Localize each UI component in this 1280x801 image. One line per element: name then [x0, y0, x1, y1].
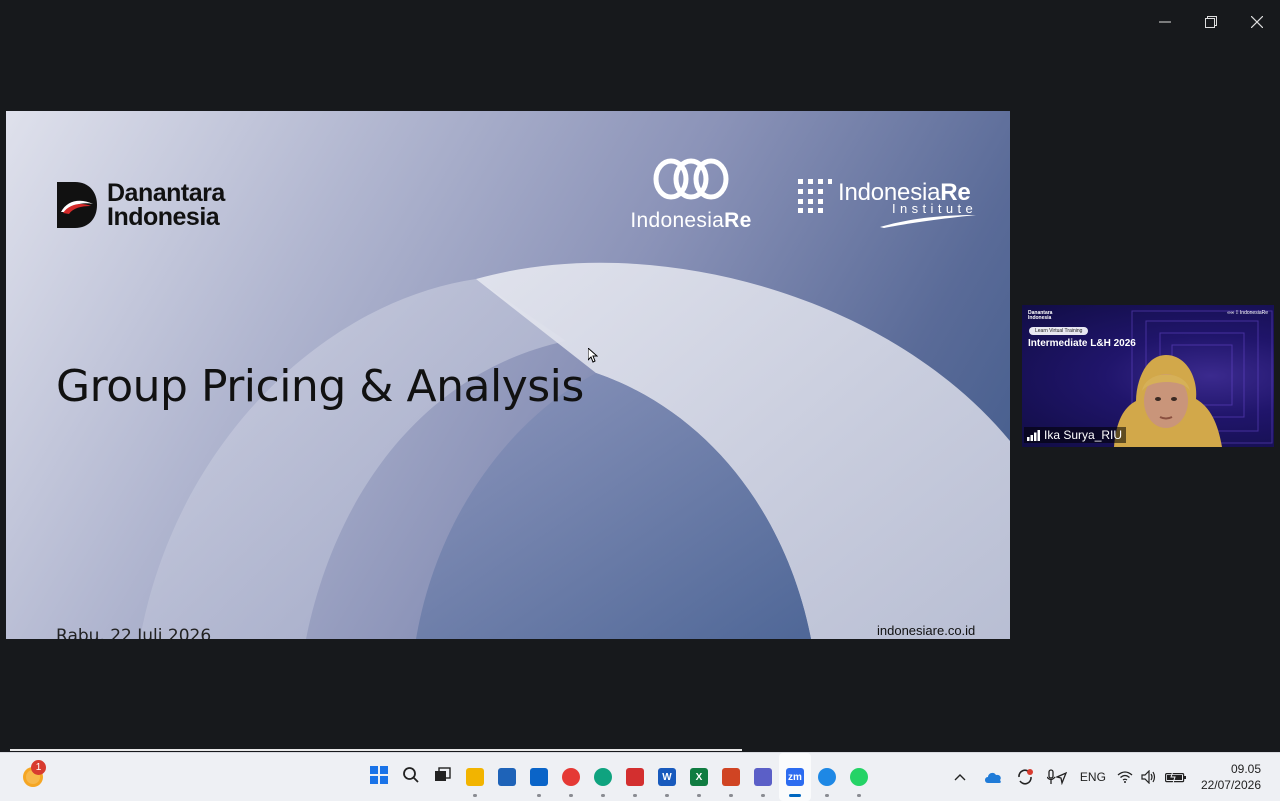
- running-indicator: [665, 794, 669, 797]
- taskbar-whatsapp[interactable]: [843, 753, 875, 801]
- battery-tray[interactable]: [1161, 753, 1191, 801]
- edge-icon: [594, 768, 612, 786]
- wifi-tray[interactable]: [1113, 753, 1137, 801]
- video-pill: Learn Virtual Training: [1029, 327, 1089, 335]
- taskbar-file-explorer[interactable]: [459, 753, 491, 801]
- video-brand-logo: Danantara Indonesia: [1028, 311, 1052, 321]
- task-view-icon: [434, 766, 452, 788]
- running-indicator: [569, 794, 573, 797]
- institute-dots-icon: [798, 179, 832, 213]
- participant-nametag: Ika Surya_RIU: [1024, 427, 1127, 443]
- slide-date: Rabu, 22 Juli 2026: [56, 626, 212, 639]
- taskbar-clock[interactable]: 09.05 22/07/2026: [1191, 761, 1280, 793]
- battery-icon: [1164, 771, 1186, 783]
- danantara-mark-icon: [57, 182, 97, 228]
- danantara-logo: Danantara Indonesia: [57, 179, 225, 231]
- taskbar-zoom[interactable]: zm: [779, 753, 811, 801]
- excel-icon: X: [690, 768, 708, 786]
- taskbar-search[interactable]: [395, 753, 427, 801]
- shared-screen-slide[interactable]: Danantara Indonesia IndonesiaRe Indonesi…: [6, 111, 1010, 639]
- slide-title: Group Pricing & Analysis: [56, 361, 584, 412]
- zoom-icon: zm: [786, 768, 804, 786]
- taskbar-edge[interactable]: [587, 753, 619, 801]
- taskbar-apps: W Xzm: [363, 753, 875, 801]
- sync-icon: [1018, 769, 1033, 785]
- taskbar-acrobat[interactable]: [619, 753, 651, 801]
- taskbar-excel[interactable]: X: [683, 753, 715, 801]
- tray-overflow-button[interactable]: [943, 753, 977, 801]
- copilot-icon: [818, 768, 836, 786]
- input-tray[interactable]: [1041, 753, 1073, 801]
- sync-tray[interactable]: [1009, 753, 1041, 801]
- running-indicator: [761, 794, 765, 797]
- minimize-icon: [1159, 21, 1171, 23]
- indonesiare-logo-text-bold: Re: [724, 209, 752, 232]
- clock-date: 22/07/2026: [1200, 778, 1261, 792]
- weather-badge: 1: [31, 760, 46, 775]
- word-icon: W: [658, 768, 676, 786]
- video-brand-right: ∞∞ ⁞⁞ IndonesiaRe: [1227, 310, 1268, 316]
- windows-taskbar: 1 W Xzm ENG 09.05 22/07/2026: [0, 752, 1280, 801]
- running-indicator: [537, 794, 541, 797]
- cloud-icon: [984, 772, 1001, 783]
- taskbar-word[interactable]: W: [651, 753, 683, 801]
- danantara-logo-line2: Indonesia: [107, 203, 220, 231]
- chrome-icon: [562, 768, 580, 786]
- video-brand-line2: Indonesia: [1028, 315, 1052, 321]
- search-icon: [402, 766, 420, 788]
- taskbar-task-view[interactable]: [427, 753, 459, 801]
- institute-swoosh-icon: [880, 215, 976, 228]
- mouse-cursor-icon: [588, 348, 598, 363]
- close-button[interactable]: [1234, 0, 1280, 44]
- teams-icon: [754, 768, 772, 786]
- chevron-up-icon: [954, 774, 966, 781]
- indonesiare-logo: IndonesiaRe: [624, 157, 758, 233]
- system-tray: ENG 09.05 22/07/2026: [943, 753, 1280, 801]
- running-indicator: [789, 794, 801, 797]
- store-icon: [498, 768, 516, 786]
- running-indicator: [633, 794, 637, 797]
- close-icon: [1251, 16, 1263, 28]
- mic-send-icon: [1046, 769, 1067, 785]
- participant-name: Ika Surya_RIU: [1044, 428, 1123, 442]
- participant-video-tile[interactable]: Danantara Indonesia ∞∞ ⁞⁞ IndonesiaRe Le…: [1022, 305, 1274, 447]
- running-indicator: [697, 794, 701, 797]
- running-indicator: [825, 794, 829, 797]
- window-controls: [1142, 0, 1280, 44]
- powerpoint-icon: [722, 768, 740, 786]
- clock-time: 09.05: [1230, 762, 1261, 776]
- restore-icon: [1205, 16, 1217, 28]
- minimize-button[interactable]: [1142, 0, 1188, 44]
- speaker-icon: [1141, 770, 1156, 784]
- running-indicator: [857, 794, 861, 797]
- language-indicator[interactable]: ENG: [1073, 753, 1113, 801]
- volume-tray[interactable]: [1137, 753, 1161, 801]
- taskbar-outlook[interactable]: [523, 753, 555, 801]
- window-bottom-strip: [10, 749, 742, 751]
- onedrive-tray[interactable]: [977, 753, 1009, 801]
- running-indicator: [729, 794, 733, 797]
- folder-icon: [466, 768, 484, 786]
- taskbar-teams[interactable]: [747, 753, 779, 801]
- running-indicator: [473, 794, 477, 797]
- signal-bars-icon: [1027, 429, 1040, 441]
- windows-start-icon: [370, 766, 388, 788]
- taskbar-powerpoint[interactable]: [715, 753, 747, 801]
- indonesiare-logo-text: Indonesia: [630, 209, 725, 232]
- taskbar-start[interactable]: [363, 753, 395, 801]
- pdf-icon: [626, 768, 644, 786]
- taskbar-copilot[interactable]: [811, 753, 843, 801]
- restore-button[interactable]: [1188, 0, 1234, 44]
- outlook-icon: [530, 768, 548, 786]
- indonesiare-rings-icon: [653, 158, 729, 200]
- slide-url: indonesiare.co.id: [877, 623, 976, 638]
- wifi-icon: [1117, 771, 1133, 783]
- taskbar-store[interactable]: [491, 753, 523, 801]
- danantara-logo-line1: Danantara: [107, 179, 225, 207]
- running-indicator: [601, 794, 605, 797]
- taskbar-chrome[interactable]: [555, 753, 587, 801]
- video-title: Intermediate L&H 2026: [1028, 338, 1136, 349]
- whatsapp-icon: [850, 768, 868, 786]
